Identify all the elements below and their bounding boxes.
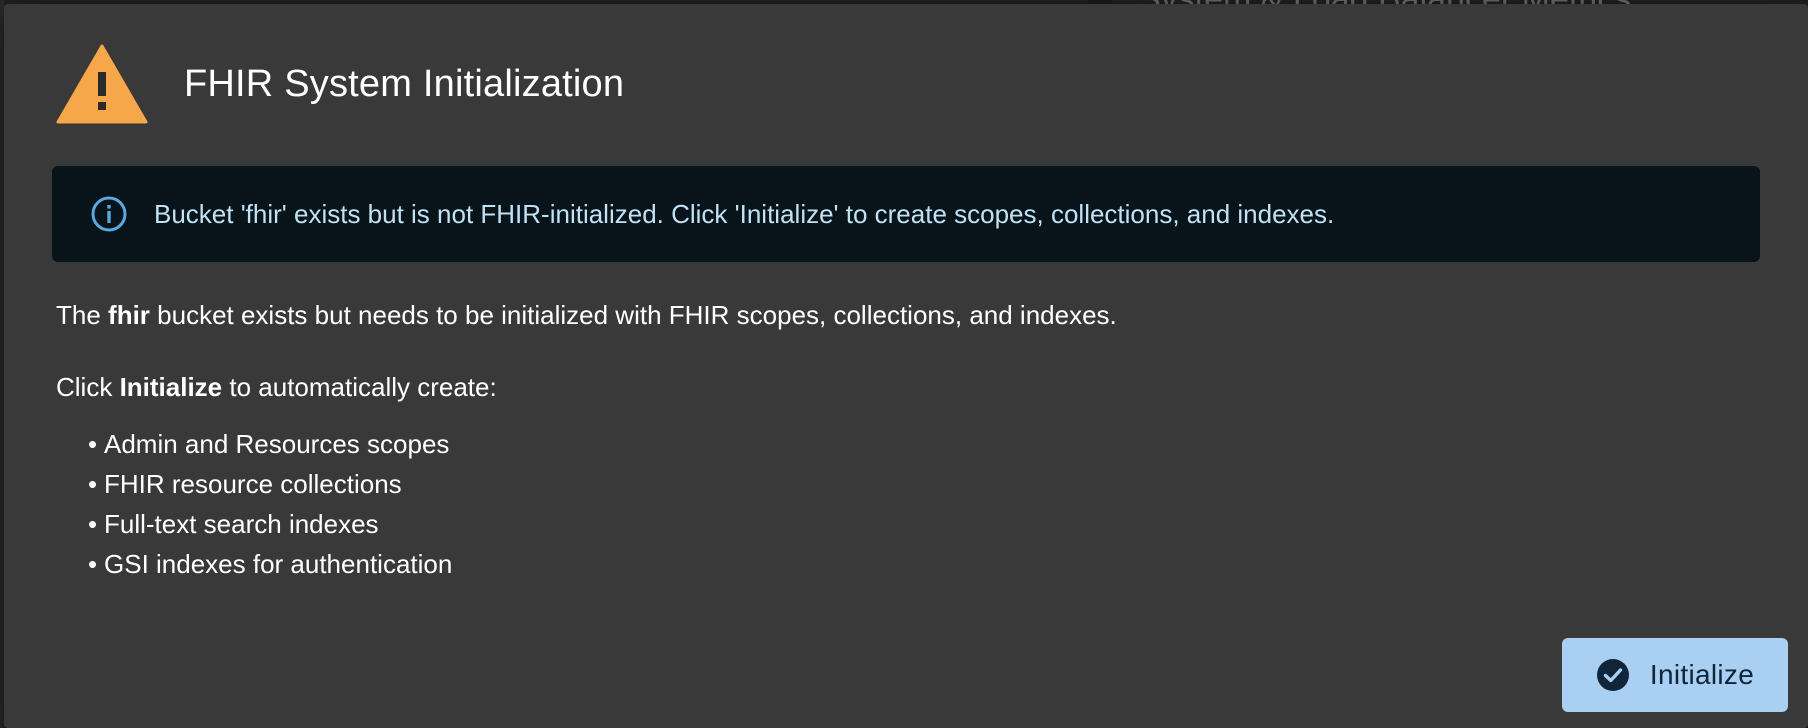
list-item: • GSI indexes for authentication xyxy=(88,544,452,584)
list-item-text: FHIR resource collections xyxy=(104,469,402,499)
instruction-action: Initialize xyxy=(119,372,223,402)
bullet: • xyxy=(88,469,98,499)
list-item-text: GSI indexes for authentication xyxy=(104,549,453,579)
description-text-start: The xyxy=(56,300,109,330)
initialization-dialog: FHIR System Initialization Bucket 'fhir'… xyxy=(4,4,1808,728)
info-circle-icon xyxy=(91,196,127,232)
bucket-name: fhir xyxy=(108,300,150,330)
list-item: • FHIR resource collections xyxy=(88,464,452,504)
instruction-text-end: to automatically create: xyxy=(222,372,497,402)
bullet: • xyxy=(88,549,98,579)
list-item-text: Full-text search indexes xyxy=(104,509,379,539)
info-alert: Bucket 'fhir' exists but is not FHIR-ini… xyxy=(52,166,1760,262)
warning-triangle-icon xyxy=(56,44,148,124)
dialog-header: FHIR System Initialization xyxy=(56,44,624,124)
create-items-list: • Admin and Resources scopes • FHIR resour… xyxy=(88,424,452,584)
dialog-title: FHIR System Initialization xyxy=(184,62,625,105)
initialize-button-label: Initialize xyxy=(1649,659,1755,690)
bullet: • xyxy=(88,509,98,539)
list-item-text: Admin and Resources scopes xyxy=(104,429,450,459)
description-paragraph: The fhir bucket exists but needs to be i… xyxy=(56,300,1117,331)
instruction-paragraph: Click Initialize to automatically create… xyxy=(56,372,497,403)
list-item: • Full-text search indexes xyxy=(88,504,452,544)
instruction-text-start: Click xyxy=(56,372,120,402)
list-item: • Admin and Resources scopes xyxy=(88,424,452,464)
bullet: • xyxy=(88,429,98,459)
initialize-button[interactable]: Initialize xyxy=(1562,638,1788,712)
description-text-end: bucket exists but needs to be initialize… xyxy=(149,300,1117,330)
info-alert-message: Bucket 'fhir' exists but is not FHIR-ini… xyxy=(154,198,1335,229)
check-circle-icon xyxy=(1596,659,1629,691)
